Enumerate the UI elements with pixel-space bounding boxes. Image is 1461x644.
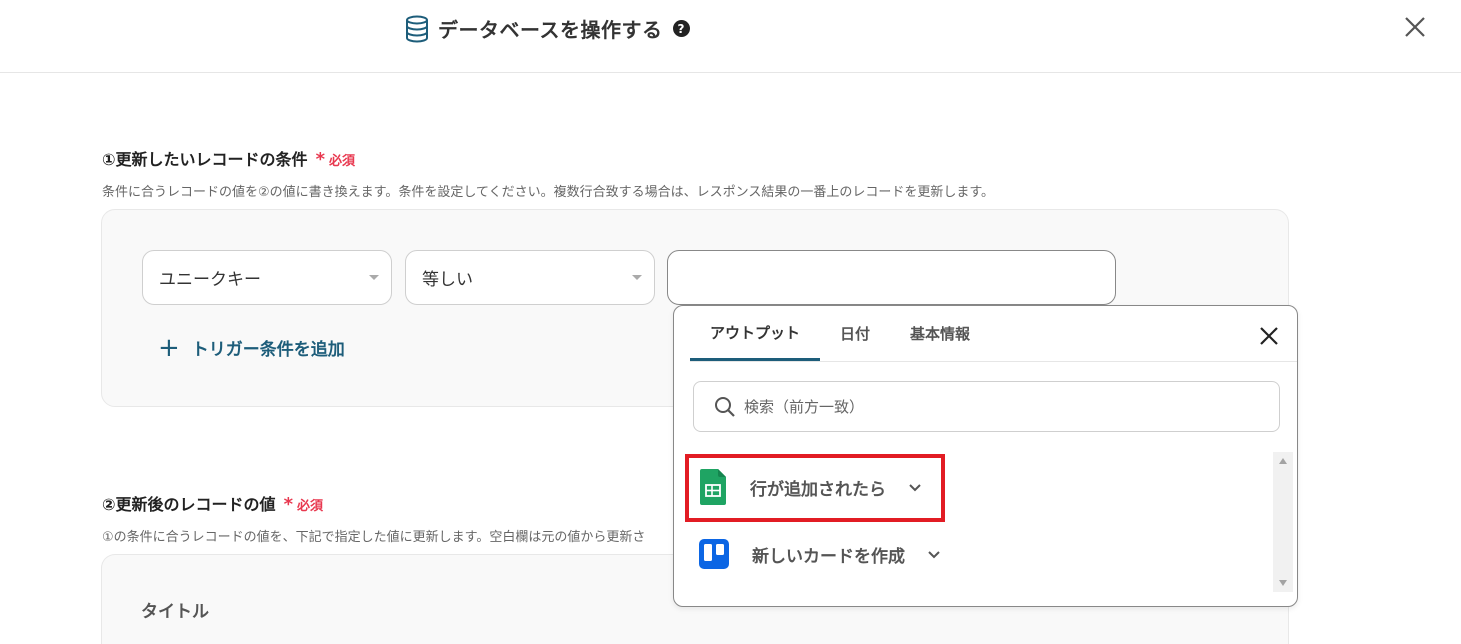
- list-item-label: 行が追加されたら: [750, 479, 886, 500]
- section1-title: ①更新したいレコードの条件 * 必須: [102, 146, 355, 170]
- required-mark: *: [283, 494, 293, 515]
- plus-icon: +: [158, 333, 180, 363]
- required-text: 必須: [328, 154, 355, 169]
- chevron-down-icon[interactable]: [908, 480, 922, 494]
- section2-description: ①の条件に合うレコードの値を、下記で指定した値に更新します。空白欄は元の値から更…: [102, 530, 646, 545]
- scroll-down-icon[interactable]: [1279, 580, 1287, 586]
- chevron-down-icon: [369, 275, 379, 280]
- scroll-up-icon[interactable]: [1279, 458, 1287, 464]
- add-trigger-label: トリガー条件を追加: [191, 339, 345, 360]
- field-label-title: タイトル: [141, 602, 209, 622]
- header-title-group: データベースを操作する ?: [404, 14, 690, 43]
- output-picker-popup: アウトプット 日付 基本情報 行が追加されたら: [673, 305, 1298, 607]
- search-field[interactable]: [693, 381, 1280, 432]
- required-text: 必須: [296, 499, 323, 514]
- search-input[interactable]: [744, 397, 1244, 416]
- tab-basic-info[interactable]: 基本情報: [890, 306, 990, 361]
- chevron-down-icon[interactable]: [927, 547, 941, 561]
- help-icon[interactable]: ?: [672, 20, 690, 37]
- chevron-down-icon: [632, 275, 642, 280]
- modal-header: データベースを操作する ?: [0, 0, 1461, 73]
- trello-icon: [699, 539, 729, 569]
- section1-title-text: ①更新したいレコードの条件: [102, 150, 308, 169]
- tabs-divider: [690, 361, 1297, 362]
- tab-date[interactable]: 日付: [820, 306, 890, 361]
- required-mark: *: [315, 149, 325, 170]
- close-icon[interactable]: [1400, 12, 1430, 42]
- scrollbar[interactable]: [1273, 452, 1293, 592]
- list-item-label: 新しいカードを作成: [752, 546, 905, 567]
- operator-select-value: 等しい: [422, 270, 473, 290]
- tab-output[interactable]: アウトプット: [690, 306, 821, 361]
- operator-select[interactable]: 等しい: [405, 250, 655, 305]
- add-trigger-button[interactable]: + トリガー条件を追加: [158, 333, 345, 361]
- field-select[interactable]: ユニークキー: [142, 250, 392, 305]
- field-select-value: ユニークキー: [159, 270, 261, 290]
- section2-title: ②更新後のレコードの値 * 必須: [102, 491, 323, 515]
- page-title: データベースを操作する: [438, 18, 663, 42]
- popup-close-icon[interactable]: [1257, 324, 1281, 348]
- section2-title-text: ②更新後のレコードの値: [102, 495, 276, 514]
- search-icon: [715, 396, 735, 417]
- list-item-trello[interactable]: 新しいカードを作成: [698, 538, 941, 570]
- condition-value-input[interactable]: [667, 250, 1116, 305]
- database-icon: [406, 15, 428, 43]
- list-item-sheets[interactable]: 行が追加されたら: [698, 468, 922, 506]
- section1-description: 条件に合うレコードの値を②の値に書き換えます。条件を設定してください。複数行合致…: [102, 185, 995, 200]
- google-sheets-icon: [700, 469, 726, 505]
- popup-tabs: アウトプット 日付 基本情報: [690, 306, 990, 361]
